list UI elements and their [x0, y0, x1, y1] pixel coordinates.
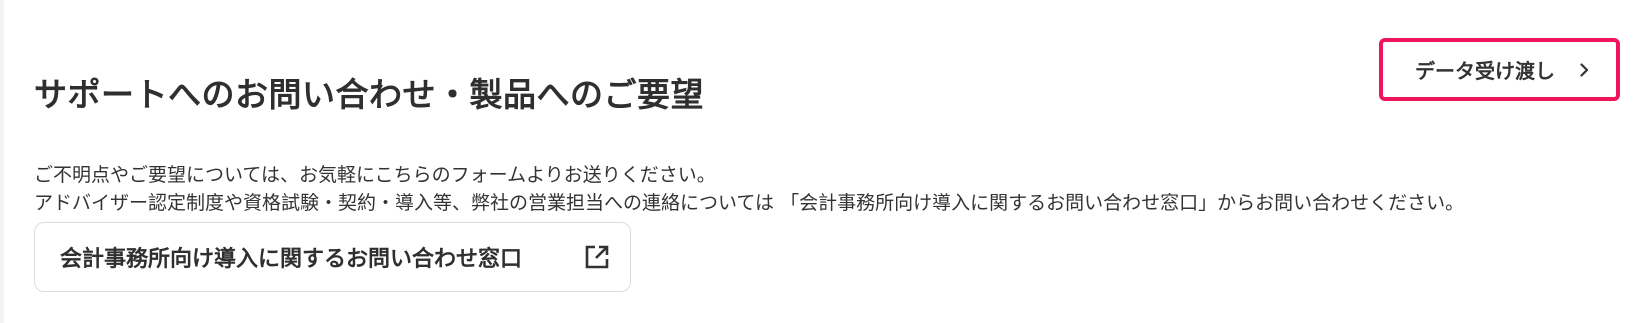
data-transfer-label: データ受け渡し: [1415, 59, 1555, 83]
contact-window-link-label: 会計事務所向け導入に関するお問い合わせ窓口: [60, 247, 523, 272]
support-section: サポートへのお問い合わせ・製品へのご要望 データ受け渡し ご不明点やご要望につい…: [0, 0, 1652, 323]
description-line-2: アドバイザー認定制度や資格試験・契約・導入等、弊社の営業担当への連絡については …: [34, 192, 1465, 214]
page-title: サポートへのお問い合わせ・製品へのご要望: [34, 75, 704, 114]
left-edge-divider: [0, 0, 4, 323]
contact-window-link-button[interactable]: 会計事務所向け導入に関するお問い合わせ窓口: [34, 222, 631, 292]
chevron-right-icon: [1576, 62, 1592, 78]
external-link-icon: [582, 242, 612, 272]
description-line-1: ご不明点やご要望については、お気軽にこちらのフォームよりお送りください。: [34, 164, 716, 186]
description: ご不明点やご要望については、お気軽にこちらのフォームよりお送りください。 アドバ…: [34, 161, 1464, 217]
data-transfer-button[interactable]: データ受け渡し: [1379, 38, 1620, 101]
